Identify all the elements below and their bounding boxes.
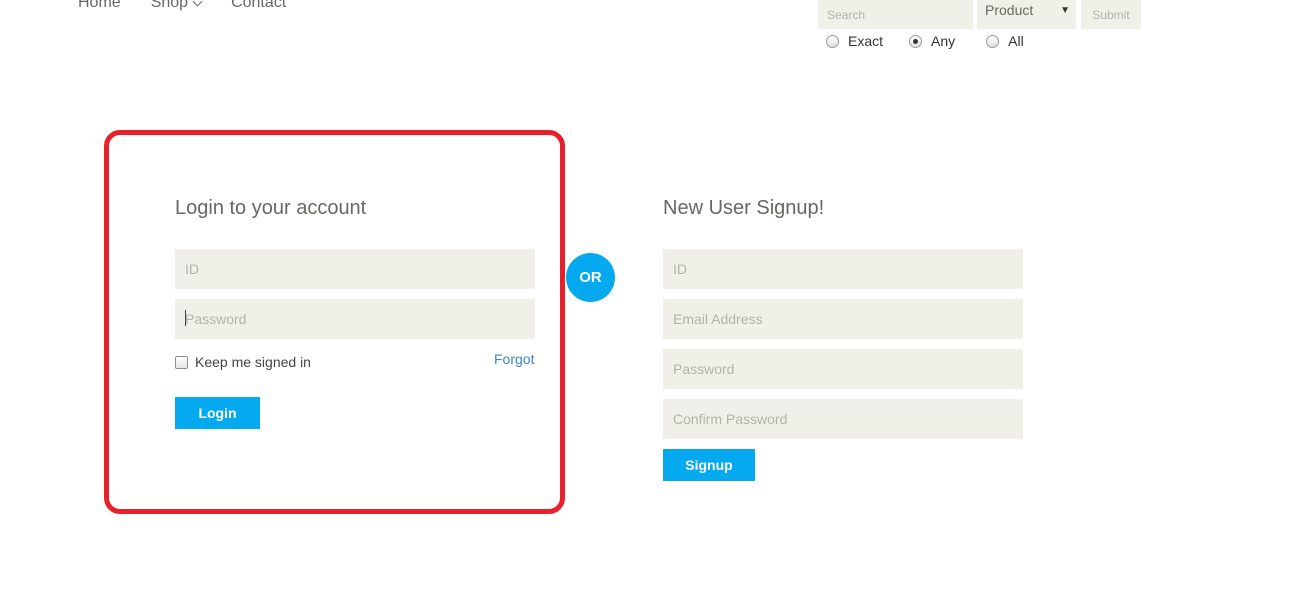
search-input[interactable] — [818, 0, 973, 29]
search-submit-button[interactable]: Submit — [1081, 0, 1141, 29]
or-divider-badge: OR — [566, 253, 615, 302]
signup-title: New User Signup! — [663, 197, 825, 219]
category-select-value: Product — [985, 2, 1034, 18]
signup-password-field[interactable] — [663, 349, 1023, 389]
signup-email-field[interactable] — [663, 299, 1023, 339]
nav-home-link[interactable]: Home — [78, 0, 121, 12]
keep-signed-in-checkbox[interactable]: Keep me signed in — [175, 354, 311, 370]
keep-signed-in-label: Keep me signed in — [195, 354, 311, 370]
login-button[interactable]: Login — [175, 397, 260, 429]
dropdown-arrow-icon: ▼ — [1060, 5, 1070, 16]
text-cursor — [185, 310, 186, 326]
match-mode-radios: Exact Any All — [826, 33, 1050, 49]
radio-any[interactable]: Any — [909, 33, 955, 49]
radio-exact-circle[interactable] — [826, 34, 839, 48]
signup-button[interactable]: Signup — [663, 449, 755, 481]
nav-shop-link[interactable]: Shop — [150, 0, 203, 12]
keep-signed-in-box[interactable] — [175, 355, 188, 369]
login-id-field[interactable] — [175, 249, 535, 289]
nav-contact-link[interactable]: Contact — [231, 0, 286, 12]
radio-all-circle[interactable] — [986, 34, 1000, 48]
signup-confirm-password-field[interactable] — [663, 399, 1023, 439]
radio-exact-label: Exact — [848, 33, 884, 49]
main-nav: Home Shop Contact — [78, 0, 286, 12]
nav-shop-label: Shop — [150, 0, 189, 11]
radio-all-label: All — [1008, 33, 1024, 49]
category-select[interactable]: Product ▼ — [977, 0, 1076, 29]
login-password-field[interactable] — [175, 299, 535, 339]
signup-id-field[interactable] — [663, 249, 1023, 289]
radio-any-label: Any — [931, 33, 956, 49]
forgot-password-link[interactable]: Forgot — [494, 351, 534, 367]
radio-exact[interactable]: Exact — [826, 33, 883, 49]
login-title: Login to your account — [175, 197, 367, 219]
chevron-down-icon — [192, 0, 203, 6]
radio-any-circle[interactable] — [909, 34, 923, 48]
radio-all[interactable]: All — [986, 33, 1024, 49]
